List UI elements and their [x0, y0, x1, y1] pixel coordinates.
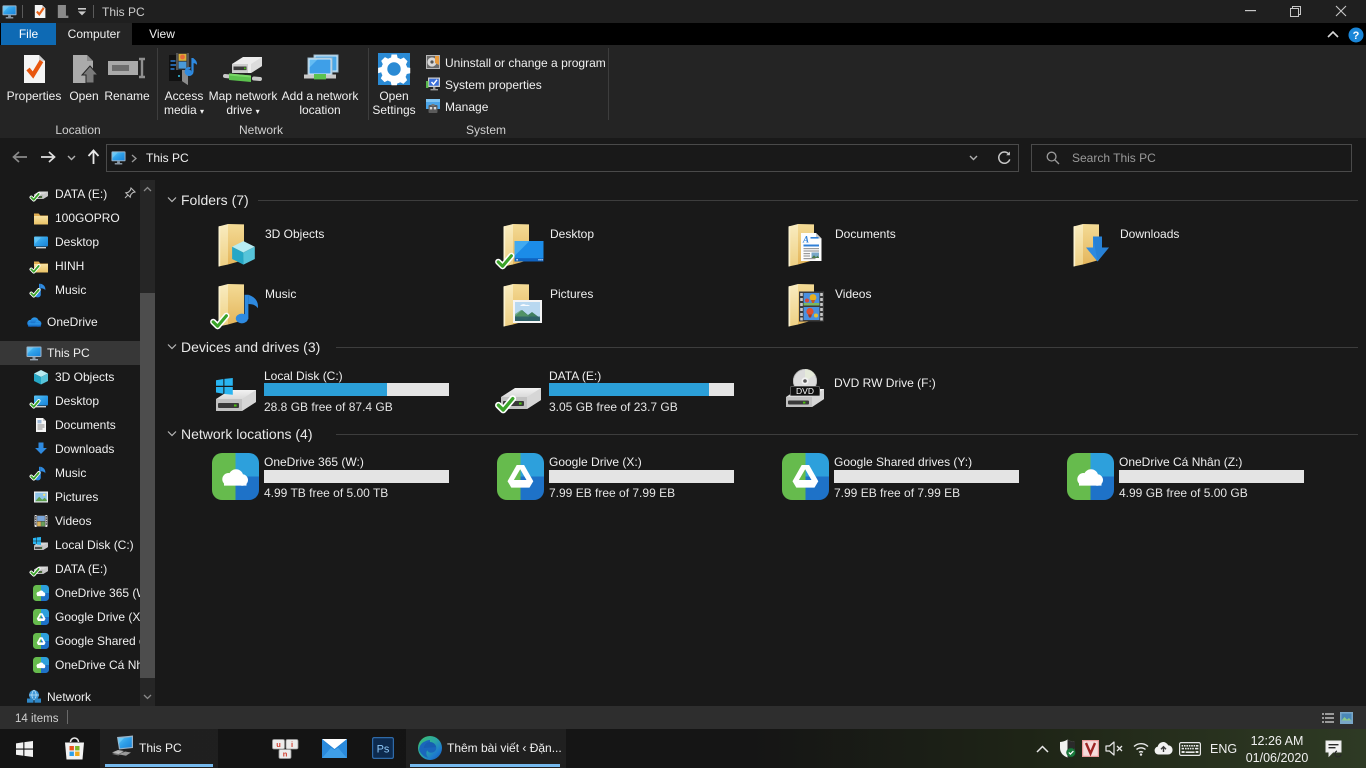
- svg-text:u: u: [276, 740, 281, 749]
- svg-text:Ps: Ps: [377, 744, 390, 756]
- svg-text:DVD: DVD: [796, 386, 814, 396]
- svg-text:n: n: [283, 750, 288, 759]
- svg-text:?: ?: [1353, 30, 1360, 42]
- svg-text:i: i: [291, 740, 293, 749]
